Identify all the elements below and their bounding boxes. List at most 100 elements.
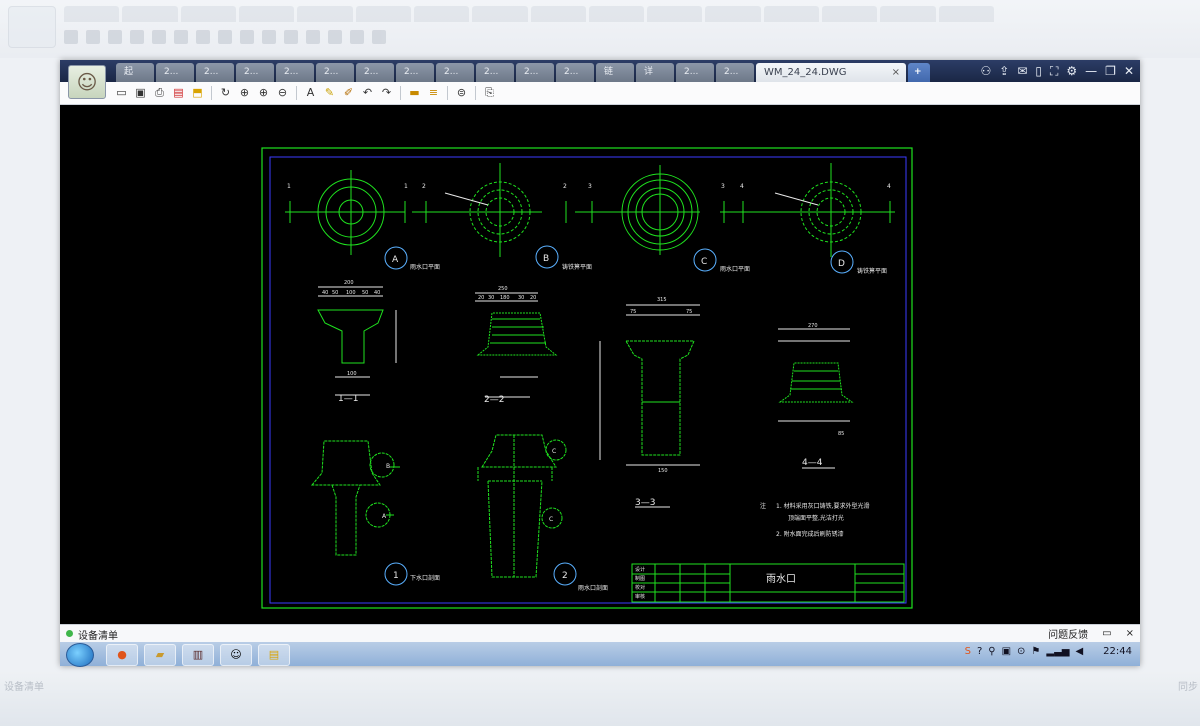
- toolbar-divider: [400, 85, 401, 100]
- ime-icon[interactable]: S: [965, 646, 971, 657]
- text-icon[interactable]: A: [303, 85, 318, 100]
- chart-app-icon[interactable]: ▤: [258, 644, 290, 666]
- notes-line: 顶端面平整,光洁打光: [788, 514, 844, 522]
- open-icon[interactable]: ▭: [114, 85, 129, 100]
- fullscreen-icon[interactable]: ⛶: [1050, 62, 1058, 80]
- callout-label: C: [552, 448, 556, 455]
- tab-12[interactable]: 链: [596, 63, 634, 82]
- pdf-icon[interactable]: ▤: [171, 85, 186, 100]
- dimension: 75: [686, 309, 692, 315]
- axis-number: 3: [588, 183, 592, 190]
- background-bottom-strip: [0, 672, 1200, 726]
- plan-label-c: C: [701, 257, 707, 267]
- tab-3[interactable]: 2...: [236, 63, 274, 82]
- weixin-icon[interactable]: ✉: [1017, 62, 1027, 80]
- tab-6[interactable]: 2...: [356, 63, 394, 82]
- taskbar-buttons: ● ▰ ▥ ☺ ▤: [106, 644, 290, 666]
- usb-icon[interactable]: ⚲: [988, 646, 995, 657]
- rotate-icon[interactable]: ↻: [218, 85, 233, 100]
- settings-icon[interactable]: ⚙: [1066, 62, 1077, 80]
- tab-9[interactable]: 2...: [476, 63, 514, 82]
- dimension: 270: [808, 323, 818, 329]
- dimension: 40: [322, 290, 328, 296]
- app-tray-icon[interactable]: ▣: [1002, 646, 1011, 657]
- minimize-icon[interactable]: —: [1085, 62, 1097, 80]
- tab-close-icon[interactable]: ×: [892, 63, 900, 82]
- stack-icon[interactable]: ⊜: [454, 85, 469, 100]
- tab-5[interactable]: 2...: [316, 63, 354, 82]
- axis-number: 2: [563, 183, 567, 190]
- feedback-link[interactable]: 问题反馈: [1048, 626, 1088, 641]
- tab-14[interactable]: 2...: [676, 63, 714, 82]
- background-status-label: 设备清单: [4, 682, 44, 693]
- comment-icon[interactable]: ▭: [1102, 628, 1111, 639]
- tab-active-label: WM_24_24.DWG: [764, 67, 847, 78]
- avatar-app-icon[interactable]: ☺: [220, 644, 252, 666]
- tab-7[interactable]: 2...: [396, 63, 434, 82]
- tab-10[interactable]: 2...: [516, 63, 554, 82]
- restore-icon[interactable]: ❐: [1105, 62, 1116, 80]
- firefox-icon[interactable]: ●: [106, 644, 138, 666]
- callout-label: B: [386, 463, 390, 470]
- highlight-icon[interactable]: ✐: [341, 85, 356, 100]
- close-icon[interactable]: ✕: [1124, 62, 1134, 80]
- dimension: 250: [498, 286, 508, 292]
- axis-number: 4: [887, 183, 891, 190]
- zoom-window-icon[interactable]: ⊕: [237, 85, 252, 100]
- zoom-in-icon[interactable]: ⊕: [256, 85, 271, 100]
- folder-icon[interactable]: ▰: [144, 644, 176, 666]
- redo-icon[interactable]: ↷: [379, 85, 394, 100]
- layer-icon[interactable]: ▬: [407, 85, 422, 100]
- phone-icon[interactable]: ▯: [1035, 62, 1042, 80]
- toolbar-divider: [447, 85, 448, 100]
- status-close-icon[interactable]: ×: [1126, 628, 1134, 639]
- plan-label-d: D: [838, 259, 845, 269]
- tab-11[interactable]: 2...: [556, 63, 594, 82]
- help-icon[interactable]: ?: [977, 646, 982, 657]
- signal-icon[interactable]: ▂▃▅: [1046, 646, 1069, 657]
- section-title: 4—4: [802, 458, 823, 468]
- start-button[interactable]: [66, 643, 94, 667]
- toolbar-divider: [296, 85, 297, 100]
- pen-icon[interactable]: ✎: [322, 85, 337, 100]
- network-tray-icon[interactable]: ⚑: [1031, 646, 1040, 657]
- status-label[interactable]: 设备清单: [78, 627, 118, 642]
- dimension: 30: [518, 295, 524, 301]
- toolbar: ▭ ▣ ⎙ ▤ ⬒ ↻ ⊕ ⊕ ⊖ A ✎ ✐ ↶ ↷ ▬ ≡ ⊜ ⎘: [60, 82, 1140, 105]
- detail-2: [477, 434, 567, 578]
- tab-15[interactable]: 2...: [716, 63, 754, 82]
- new-tab-button[interactable]: +: [908, 63, 930, 82]
- lock-icon[interactable]: ⬒: [190, 85, 205, 100]
- tab-8[interactable]: 2...: [436, 63, 474, 82]
- cad-viewer-window: ☺ 起 2... 2... 2... 2... 2... 2... 2... 2... 2... 2…: [60, 60, 1140, 667]
- tab-0[interactable]: 起: [116, 63, 154, 82]
- detail-caption: 下水口剖面: [410, 574, 440, 582]
- plan-c: [621, 165, 699, 255]
- volume-icon[interactable]: ◀: [1075, 646, 1083, 657]
- books-icon[interactable]: ▥: [182, 644, 214, 666]
- background-status-right: 同步: [1178, 682, 1198, 693]
- tab-4[interactable]: 2...: [276, 63, 314, 82]
- save-icon[interactable]: ▣: [133, 85, 148, 100]
- sync-icon[interactable]: ⊙: [1017, 646, 1025, 657]
- section-title: 3—3: [635, 498, 655, 508]
- layers-icon[interactable]: ≡: [426, 85, 441, 100]
- notes-line: 2. 附水面完成后刷防锈漆: [776, 530, 844, 538]
- plan-label-a: A: [392, 255, 399, 265]
- tab-2[interactable]: 2...: [196, 63, 234, 82]
- dimension: 20: [478, 295, 484, 301]
- print-icon[interactable]: ⎙: [152, 85, 167, 100]
- titleblock-cell: 制图: [635, 575, 645, 582]
- drawing-canvas[interactable]: 1 1 2 2 3 3 4 4 A B C D 1 2 雨水口平面 铸铁箅平面 …: [60, 105, 1140, 624]
- tab-13[interactable]: 详: [636, 63, 674, 82]
- tab-1[interactable]: 2...: [156, 63, 194, 82]
- section-3-3: [599, 304, 700, 508]
- undo-icon[interactable]: ↶: [360, 85, 375, 100]
- export-icon[interactable]: ⇪: [999, 62, 1009, 80]
- share-icon[interactable]: ⚇: [981, 62, 992, 80]
- online-dot: [66, 630, 73, 637]
- zoom-out-icon[interactable]: ⊖: [275, 85, 290, 100]
- export-doc-icon[interactable]: ⎘: [482, 85, 497, 100]
- user-avatar[interactable]: ☺: [68, 65, 106, 99]
- tab-active[interactable]: WM_24_24.DWG ×: [756, 63, 906, 82]
